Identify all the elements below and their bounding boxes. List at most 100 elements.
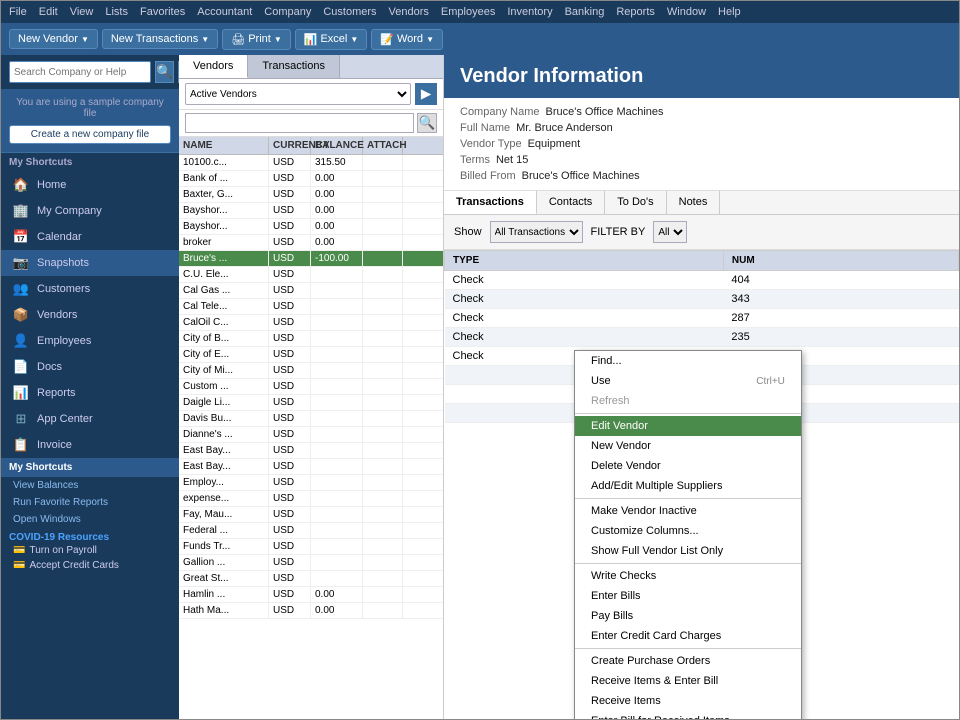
context-menu-item-make-vendor-inactive[interactable]: Make Vendor Inactive	[575, 501, 801, 521]
sidebar-item-home[interactable]: 🏠 Home	[1, 172, 179, 198]
menu-customers[interactable]: Customers	[323, 6, 376, 18]
sidebar-item-invoice[interactable]: 📋 Invoice	[1, 432, 179, 458]
open-windows-link[interactable]: Open Windows	[1, 511, 179, 528]
sidebar-item-app-center[interactable]: ⊞ App Center	[1, 406, 179, 432]
vendor-row[interactable]: Cal Tele... USD	[179, 299, 443, 315]
sidebar-item-docs[interactable]: 📄 Docs	[1, 354, 179, 380]
vendor-row[interactable]: Dianne's ... USD	[179, 427, 443, 443]
word-button[interactable]: 📝 Word ▼	[371, 29, 443, 50]
vendor-row[interactable]: broker USD 0.00	[179, 235, 443, 251]
sidebar-item-company[interactable]: 🏢 My Company	[1, 198, 179, 224]
transaction-row[interactable]: Check 287	[445, 309, 959, 328]
menu-edit[interactable]: Edit	[39, 6, 58, 18]
context-menu-item-show-full-vendor-list-only[interactable]: Show Full Vendor List Only	[575, 541, 801, 561]
transaction-row[interactable]: Check 343	[445, 290, 959, 309]
vendor-row[interactable]: Hamlin ... USD 0.00	[179, 587, 443, 603]
tab-transactions[interactable]: Transactions	[248, 55, 340, 78]
context-menu-item-enter-bills[interactable]: Enter Bills	[575, 586, 801, 606]
vendor-row[interactable]: Federal ... USD	[179, 523, 443, 539]
vendor-row[interactable]: East Bay... USD	[179, 459, 443, 475]
vendor-row[interactable]: City of E... USD	[179, 347, 443, 363]
context-menu-item-add-edit-multiple-suppliers[interactable]: Add/Edit Multiple Suppliers	[575, 476, 801, 496]
transaction-row[interactable]: Check 235	[445, 328, 959, 347]
vendor-row[interactable]: Fay, Mau... USD	[179, 507, 443, 523]
context-menu-item-use[interactable]: UseCtrl+U	[575, 371, 801, 391]
vendor-row[interactable]: Daigle Li... USD	[179, 395, 443, 411]
show-transactions-select[interactable]: All Transactions	[490, 221, 583, 243]
context-menu-item-find-[interactable]: Find...	[575, 351, 801, 371]
vendor-row[interactable]: 10100.c... USD 315.50	[179, 155, 443, 171]
vendor-row[interactable]: Davis Bu... USD	[179, 411, 443, 427]
vendor-row[interactable]: C.U. Ele... USD	[179, 267, 443, 283]
menu-help[interactable]: Help	[718, 6, 741, 18]
menu-accountant[interactable]: Accountant	[197, 6, 252, 18]
vendor-row[interactable]: Bayshor... USD 0.00	[179, 203, 443, 219]
vendor-row[interactable]: Custom ... USD	[179, 379, 443, 395]
vendor-row[interactable]: Bayshor... USD 0.00	[179, 219, 443, 235]
context-menu-item-receive-items-enter-bill[interactable]: Receive Items & Enter Bill	[575, 671, 801, 691]
vendor-row[interactable]: Baxter, G... USD 0.00	[179, 187, 443, 203]
vendor-row[interactable]: City of Mi... USD	[179, 363, 443, 379]
covid-payroll-item[interactable]: 💳 Turn on Payroll	[9, 543, 171, 558]
vendor-search-button[interactable]: 🔍	[417, 113, 437, 133]
menu-view[interactable]: View	[70, 6, 94, 18]
tab-transactions-info[interactable]: Transactions	[444, 191, 537, 214]
search-button[interactable]: 🔍	[155, 61, 174, 83]
menu-reports[interactable]: Reports	[616, 6, 655, 18]
sidebar-item-customers[interactable]: 👥 Customers	[1, 276, 179, 302]
menu-employees[interactable]: Employees	[441, 6, 495, 18]
menu-inventory[interactable]: Inventory	[507, 6, 552, 18]
menu-lists[interactable]: Lists	[105, 6, 128, 18]
new-vendor-button[interactable]: New Vendor ▼	[9, 29, 98, 49]
vendor-row[interactable]: expense... USD	[179, 491, 443, 507]
sidebar-item-vendors[interactable]: 📦 Vendors	[1, 302, 179, 328]
run-favorite-reports-link[interactable]: Run Favorite Reports	[1, 494, 179, 511]
vendor-filter-expand-button[interactable]: ▶	[415, 83, 437, 105]
vendor-row[interactable]: East Bay... USD	[179, 443, 443, 459]
vendor-row[interactable]: Cal Gas ... USD	[179, 283, 443, 299]
vendor-row[interactable]: Gallion ... USD	[179, 555, 443, 571]
create-company-button[interactable]: Create a new company file	[9, 125, 171, 144]
vendor-row[interactable]: Great St... USD	[179, 571, 443, 587]
tab-todos[interactable]: To Do's	[605, 191, 666, 214]
vendor-row[interactable]: Hath Ma... USD 0.00	[179, 603, 443, 619]
context-menu-item-create-purchase-orders[interactable]: Create Purchase Orders	[575, 651, 801, 671]
context-menu-item-edit-vendor[interactable]: Edit Vendor	[575, 416, 801, 436]
context-menu-item-pay-bills[interactable]: Pay Bills	[575, 606, 801, 626]
menu-window[interactable]: Window	[667, 6, 706, 18]
vendor-row[interactable]: Funds Tr... USD	[179, 539, 443, 555]
vendor-filter-select[interactable]: Active Vendors	[185, 83, 411, 105]
tab-vendors[interactable]: Vendors	[179, 55, 248, 78]
vendor-row[interactable]: Bruce's ... USD -100.00	[179, 251, 443, 267]
filter-by-select[interactable]: All	[653, 221, 687, 243]
vendor-search-input[interactable]	[185, 113, 414, 133]
sidebar-item-reports[interactable]: 📊 Reports	[1, 380, 179, 406]
transaction-row[interactable]: Check 404	[445, 271, 959, 290]
context-menu-item-receive-items[interactable]: Receive Items	[575, 691, 801, 711]
vendor-row[interactable]: CalOil C... USD	[179, 315, 443, 331]
menu-favorites[interactable]: Favorites	[140, 6, 185, 18]
menu-vendors[interactable]: Vendors	[389, 6, 429, 18]
covid-credit-item[interactable]: 💳 Accept Credit Cards	[9, 558, 171, 573]
context-menu-item-enter-bill-for-received-items[interactable]: Enter Bill for Received Items	[575, 711, 801, 719]
view-balances-link[interactable]: View Balances	[1, 477, 179, 494]
new-transactions-button[interactable]: New Transactions ▼	[102, 29, 218, 49]
excel-button[interactable]: 📊 Excel ▼	[295, 29, 368, 50]
context-menu-item-delete-vendor[interactable]: Delete Vendor	[575, 456, 801, 476]
context-menu-item-customize-columns-[interactable]: Customize Columns...	[575, 521, 801, 541]
sidebar-item-snapshots[interactable]: 📷 Snapshots	[1, 250, 179, 276]
covid-title[interactable]: COVID-19 Resources	[9, 532, 171, 543]
print-button[interactable]: 🖨 Print ▼	[222, 29, 291, 50]
menu-banking[interactable]: Banking	[565, 6, 605, 18]
vendor-row[interactable]: Employ... USD	[179, 475, 443, 491]
search-input[interactable]	[9, 61, 151, 83]
context-menu-item-enter-credit-card-charges[interactable]: Enter Credit Card Charges	[575, 626, 801, 646]
context-menu-item-write-checks[interactable]: Write Checks	[575, 566, 801, 586]
sidebar-item-calendar[interactable]: 📅 Calendar	[1, 224, 179, 250]
tab-contacts[interactable]: Contacts	[537, 191, 605, 214]
menu-file[interactable]: File	[9, 6, 27, 18]
menu-company[interactable]: Company	[264, 6, 311, 18]
sidebar-item-employees[interactable]: 👤 Employees	[1, 328, 179, 354]
context-menu-item-new-vendor[interactable]: New Vendor	[575, 436, 801, 456]
vendor-row[interactable]: Bank of ... USD 0.00	[179, 171, 443, 187]
